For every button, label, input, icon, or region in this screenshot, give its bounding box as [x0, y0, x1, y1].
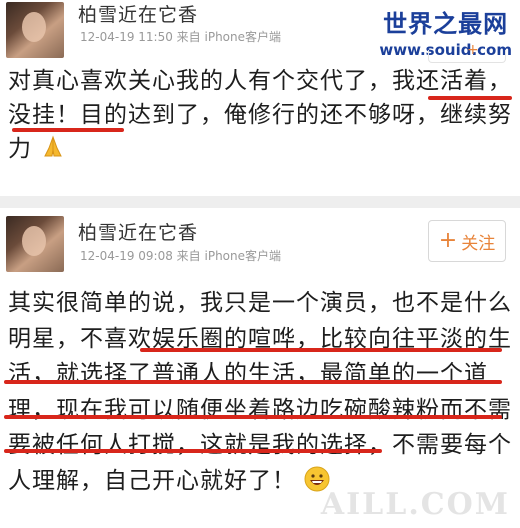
- follow-label: 关注: [461, 233, 496, 254]
- highlight-underline: [140, 348, 502, 352]
- highlight-underline: [428, 96, 512, 100]
- bottom-watermark: AILL.COM: [320, 487, 510, 522]
- watermark-title: 世界之最网: [383, 10, 509, 38]
- follow-button-partial[interactable]: +: [428, 42, 506, 63]
- post-text: 其实很简单的说，我只是一个演员，也不是什么明星，不喜欢娱乐圈的喧哗，比较向往平淡…: [8, 286, 514, 499]
- post-text-content: 其实很简单的说，我只是一个演员，也不是什么明星，不喜欢娱乐圈的喧哗，比较向往平淡…: [8, 290, 512, 494]
- highlight-underline: [4, 415, 502, 419]
- post-meta: 12-04-19 11:50 来自 iPhone客户端: [80, 30, 282, 44]
- highlight-underline: [4, 380, 502, 384]
- author-name[interactable]: 柏雪近在它香: [78, 0, 198, 27]
- follow-button[interactable]: + 关注: [428, 220, 506, 262]
- highlight-underline: [4, 449, 382, 453]
- author-name[interactable]: 柏雪近在它香: [78, 218, 198, 245]
- post-text: 对真心喜欢关心我的人有个交代了，我还活着，没挂！目的达到了，俺修行的还不够呀，继…: [8, 64, 514, 166]
- post-text-content: 对真心喜欢关心我的人有个交代了，我还活着，没挂！目的达到了，俺修行的还不够呀，继…: [8, 68, 512, 162]
- post-separator: [0, 196, 520, 208]
- highlight-underline: [12, 128, 124, 132]
- plus-icon: +: [438, 228, 458, 253]
- weibo-post-2: 柏雪近在它香 12-04-19 09:08 来自 iPhone客户端 + 关注 …: [0, 208, 520, 528]
- praying-hands-icon: [44, 135, 63, 157]
- avatar[interactable]: [6, 216, 64, 272]
- weibo-post-1: 柏雪近在它香 12-04-19 11:50 来自 iPhone客户端 世界之最网…: [0, 0, 520, 196]
- avatar[interactable]: [6, 2, 64, 58]
- post-meta: 12-04-19 09:08 来自 iPhone客户端: [80, 249, 282, 263]
